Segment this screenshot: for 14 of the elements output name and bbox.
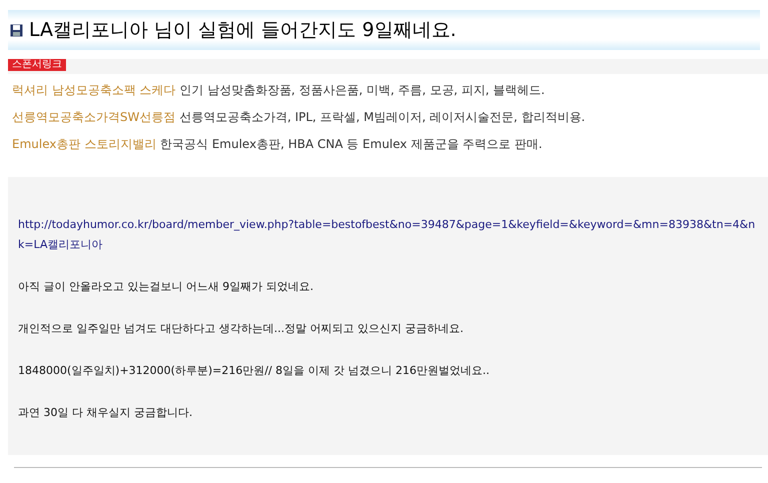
sponsor-badge: 스폰서링크 <box>8 59 66 71</box>
post-paragraph: 아직 글이 안올라오고 있는걸보니 어느새 9일째가 되었네요. <box>18 279 314 295</box>
post-paragraph: 1848000(일주일치)+312000(하루분)=216만원// 8일을 이제 갓 넘겼으니 216만원벌었네요.. <box>18 363 490 379</box>
post-paragraph: 개인적으로 일주일만 넘겨도 대단하다고 생각하는데...정말 어찌되고 있으신지 궁금하네요. <box>18 321 464 337</box>
post-link[interactable]: http://todayhumor.co.kr/board/member_view.php?table=bestofbest&no=39487&page=1&keyfield=&keyword=&mn=83938&tn=4&nk=LA캘리포니아 <box>18 215 758 255</box>
ad-description: 선릉역모공축소가격, IPL, 프락셀, M빔레이저, 레이저시술전문, 합리적비용. <box>179 110 586 124</box>
ad-link[interactable]: 선릉역모공축소가격SW선릉점 <box>12 110 176 124</box>
ad-link[interactable]: Emulex총판 스토리지밸리 <box>12 137 156 151</box>
post-title: LA캘리포니아 님이 실험에 들어간지도 9일째네요. <box>29 18 456 43</box>
ad-description: 한국공식 Emulex총판, HBA CNA 등 Emulex 제품군을 주력으로 판매. <box>160 137 542 151</box>
ad-link[interactable]: 럭셔리 남성모공축소팩 스케다 <box>12 83 176 97</box>
post-paragraph: 과연 30일 다 채우실지 궁금합니다. <box>18 405 194 421</box>
save-icon <box>10 24 23 36</box>
ad-description: 인기 남성맞춤화장품, 정품사은품, 미백, 주름, 모공, 피지, 블랙헤드. <box>179 83 545 97</box>
